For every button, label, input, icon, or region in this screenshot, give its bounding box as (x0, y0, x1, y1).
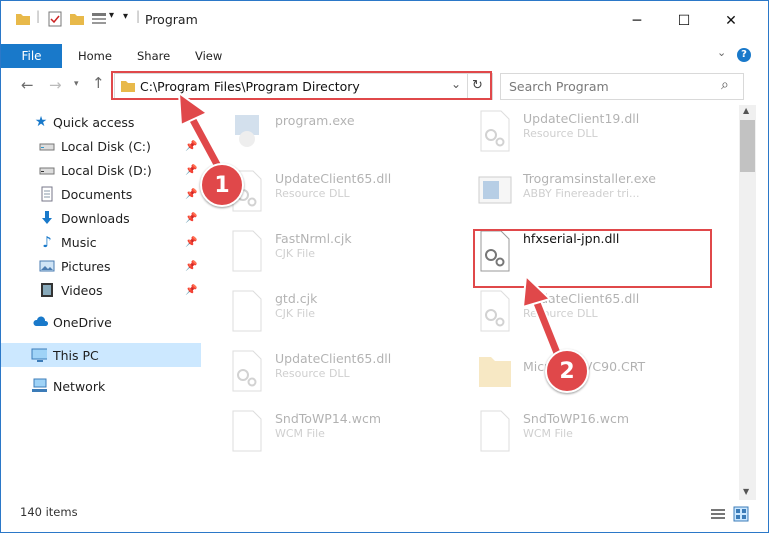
step-badge-1: 1 (200, 163, 244, 207)
annotation-arrows (177, 90, 567, 369)
explorer-window: | ▾ ▾ | Program ─ ☐ ✕ File Home Share Vi… (0, 0, 769, 533)
step-badge-2: 2 (545, 349, 589, 393)
arrow-2 (521, 273, 567, 369)
